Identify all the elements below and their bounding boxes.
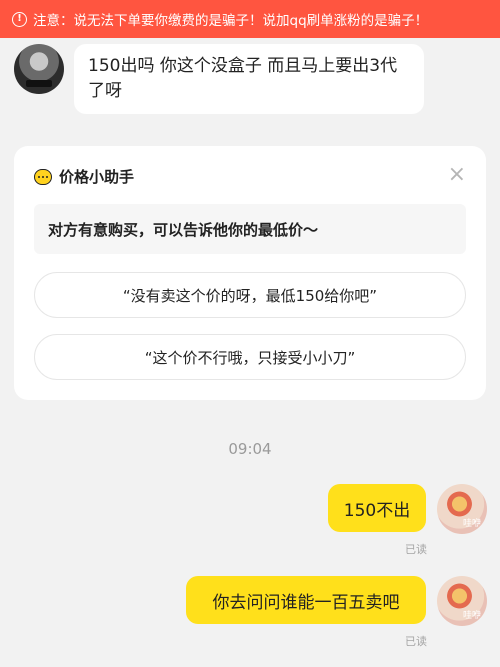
price-helper-tip-text: 对方有意购买，可以告诉他你的最低价～ xyxy=(48,220,319,239)
avatar-badge xyxy=(26,80,52,87)
chat-bubble-icon xyxy=(34,168,52,185)
read-receipt: 已读 xyxy=(405,543,427,556)
incoming-message-bubble[interactable]: 150出吗 你这个没盒子 而且马上要出3代了呀 xyxy=(74,44,424,114)
close-icon[interactable]: × xyxy=(448,164,466,186)
seller-avatar[interactable]: 哇咿 xyxy=(437,484,487,534)
outgoing-message-text: 你去问问谁能一百五卖吧 xyxy=(212,592,400,613)
outgoing-message-bubble[interactable]: 150不出 xyxy=(328,484,426,532)
price-helper-tip: 对方有意购买，可以告诉他你的最低价～ xyxy=(34,204,466,254)
outgoing-message-text: 150不出 xyxy=(343,500,411,521)
buyer-avatar[interactable] xyxy=(14,44,64,94)
fraud-warning-banner: ! 注意：说无法下单要你缴费的是骗子！说加qq刷单涨粉的是骗子！ xyxy=(0,0,500,38)
suggested-reply-text: “这个价不行哦，只接受小小刀” xyxy=(144,348,356,367)
suggested-reply-button[interactable]: “没有卖这个价的呀，最低150给你吧” xyxy=(34,272,466,318)
read-receipt: 已读 xyxy=(405,635,427,648)
seller-avatar[interactable]: 哇咿 xyxy=(437,576,487,626)
suggested-reply-text: “没有卖这个价的呀，最低150给你吧” xyxy=(122,286,378,305)
price-helper-header: 价格小助手 xyxy=(34,166,134,187)
outgoing-message-bubble[interactable]: 你去问问谁能一百五卖吧 xyxy=(186,576,426,624)
avatar-watermark: 哇咿 xyxy=(462,519,481,529)
avatar-watermark: 哇咿 xyxy=(462,611,481,621)
price-helper-title: 价格小助手 xyxy=(59,168,135,186)
exclamation-circle-icon: ! xyxy=(12,11,27,27)
price-helper-card: 价格小助手 × 对方有意购买，可以告诉他你的最低价～ “没有卖这个价的呀，最低1… xyxy=(14,146,486,400)
warning-text: 注意：说无法下单要你缴费的是骗子！说加qq刷单涨粉的是骗子！ xyxy=(33,13,429,29)
incoming-message-text: 150出吗 你这个没盒子 而且马上要出3代了呀 xyxy=(88,56,398,101)
message-timestamp: 09:04 xyxy=(228,440,272,458)
suggested-reply-button[interactable]: “这个价不行哦，只接受小小刀” xyxy=(34,334,466,380)
